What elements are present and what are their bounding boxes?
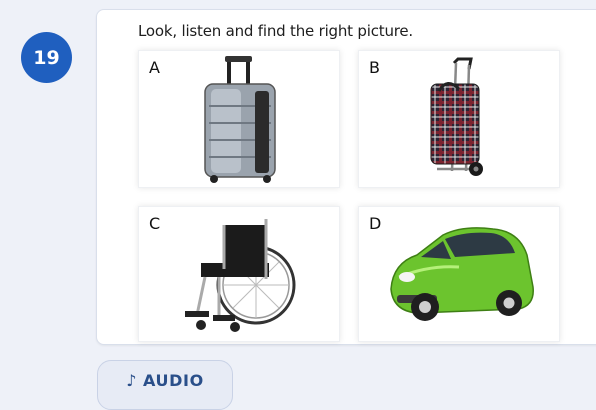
music-note-icon: ♪ [126, 370, 138, 390]
option-b-letter: B [369, 58, 380, 77]
trolley-bag-picture [430, 57, 483, 176]
option-d-letter: D [369, 214, 382, 233]
option-d-tile[interactable]: D [358, 206, 560, 342]
option-a-letter: A [149, 58, 160, 77]
option-b-tile[interactable]: B [358, 50, 560, 188]
option-a-tile[interactable]: A [138, 50, 340, 188]
question-instruction: Look, listen and find the right picture. [138, 22, 413, 40]
option-c-tile[interactable]: C [138, 206, 340, 342]
wheelchair-picture [185, 219, 296, 332]
audio-button[interactable]: ♪ AUDIO [97, 360, 233, 410]
audio-button-label: AUDIO [143, 370, 204, 390]
question-number-badge: 19 [21, 32, 72, 83]
option-c-letter: C [149, 214, 161, 233]
suitcase-picture [204, 56, 276, 183]
small-car-picture [390, 227, 534, 321]
